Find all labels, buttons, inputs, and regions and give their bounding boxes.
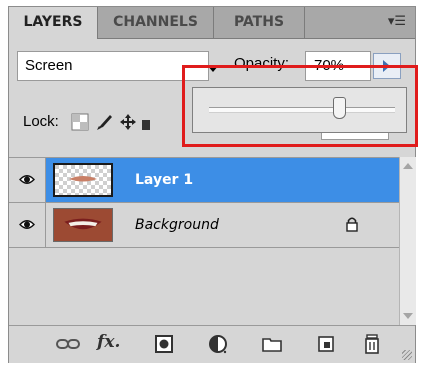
scroll-down-icon[interactable] xyxy=(403,313,413,319)
scroll-up-icon[interactable] xyxy=(403,163,413,169)
layers-list: Layer 1 Background xyxy=(9,157,399,326)
layer-name[interactable]: Background xyxy=(135,203,219,247)
blend-mode-select[interactable]: Screen xyxy=(17,51,209,81)
eye-icon[interactable] xyxy=(19,173,35,186)
new-layer-icon[interactable] xyxy=(315,333,337,355)
layer-name[interactable]: Layer 1 xyxy=(135,158,193,202)
layer-row-layer-1[interactable]: Layer 1 xyxy=(9,158,399,203)
eye-icon[interactable] xyxy=(19,218,35,231)
tab-channels[interactable]: CHANNELS xyxy=(98,7,214,38)
fx-icon[interactable]: fx. xyxy=(97,332,120,352)
new-group-icon[interactable] xyxy=(261,333,283,355)
lock-label: Lock: xyxy=(23,113,59,130)
adjustment-layer-icon[interactable] xyxy=(207,333,229,355)
lock-image-icon[interactable] xyxy=(95,113,113,131)
tab-paths[interactable]: PATHS xyxy=(214,7,305,38)
layers-scrollbar[interactable] xyxy=(399,157,416,325)
highlight-box xyxy=(182,65,418,147)
visibility-cell[interactable] xyxy=(9,203,46,247)
lock-all-icon[interactable] xyxy=(141,113,151,131)
resize-grip-icon[interactable] xyxy=(402,350,412,360)
trash-icon[interactable] xyxy=(361,333,383,355)
visibility-cell[interactable] xyxy=(9,158,46,202)
lock-transparent-icon[interactable] xyxy=(71,113,89,131)
layers-panel: LAYERS CHANNELS PATHS ▾☰ Screen Opacity:… xyxy=(8,6,418,363)
panel-menu-icon[interactable]: ▾☰ xyxy=(387,13,407,31)
lock-position-icon[interactable] xyxy=(119,113,137,131)
layers-toolbar: fx. xyxy=(9,325,415,363)
blend-mode-value: Screen xyxy=(25,57,73,74)
layer-mask-icon[interactable] xyxy=(153,333,175,355)
layer-thumbnail xyxy=(53,208,113,242)
link-layers-icon[interactable] xyxy=(55,333,81,355)
lock-icon xyxy=(346,217,358,232)
layer-row-background[interactable]: Background xyxy=(9,203,399,248)
tab-bar: LAYERS CHANNELS PATHS ▾☰ xyxy=(9,7,415,39)
layer-thumbnail xyxy=(53,163,113,197)
tab-layers[interactable]: LAYERS xyxy=(9,7,98,39)
